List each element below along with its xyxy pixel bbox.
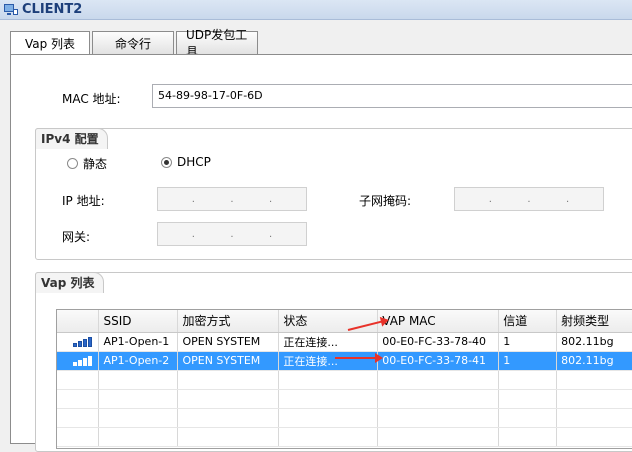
table-header-row: SSID 加密方式 状态 VAP MAC 信道 射频类型 bbox=[57, 310, 632, 333]
ip-address-label: IP 地址: bbox=[62, 194, 105, 208]
column-header-channel[interactable]: 信道 bbox=[498, 310, 558, 333]
column-header-signal[interactable] bbox=[57, 310, 100, 333]
static-label: 静态 bbox=[83, 157, 108, 171]
static-radio[interactable]: 静态 bbox=[67, 155, 107, 172]
title-bar: CLIENT2 bbox=[0, 0, 632, 20]
cell-ssid: AP1-Open-1 bbox=[98, 332, 179, 352]
gateway-field[interactable]: ... bbox=[157, 222, 307, 246]
radio-circle bbox=[67, 158, 78, 169]
dhcp-label: DHCP bbox=[177, 155, 211, 169]
vap-group-title: Vap 列表 bbox=[35, 272, 104, 293]
cell-encryption: OPEN SYSTEM bbox=[177, 351, 280, 371]
window-title: CLIENT2 bbox=[22, 2, 83, 17]
tab-vap-list[interactable]: Vap 列表 bbox=[10, 31, 90, 55]
table-row-empty bbox=[57, 389, 632, 409]
table-row-empty bbox=[57, 370, 632, 390]
table-row-empty bbox=[57, 408, 632, 428]
table-row-empty bbox=[57, 427, 632, 447]
cell-encryption: OPEN SYSTEM bbox=[177, 332, 280, 352]
signal-strength-icon bbox=[73, 336, 94, 347]
tab-command-line[interactable]: 命令行 bbox=[92, 31, 174, 54]
ip-address-field[interactable]: ... bbox=[157, 187, 307, 211]
cell-status: 正在连接... bbox=[278, 351, 379, 371]
dhcp-radio[interactable]: DHCP bbox=[161, 155, 211, 169]
column-header-radio-type[interactable]: 射频类型 bbox=[556, 310, 632, 333]
column-header-ssid[interactable]: SSID bbox=[98, 310, 179, 333]
cell-status: 正在连接... bbox=[278, 332, 379, 352]
radio-circle-selected bbox=[161, 156, 172, 168]
ipv4-group-title: IPv4 配置 bbox=[35, 128, 108, 149]
cell-ssid: AP1-Open-2 bbox=[98, 351, 179, 371]
table-row-selected[interactable]: AP1-Open-2 OPEN SYSTEM 正在连接... 00-E0-FC-… bbox=[57, 351, 632, 371]
network-client-icon bbox=[3, 3, 19, 17]
mac-address-field[interactable]: 54-89-98-17-0F-6D bbox=[152, 84, 632, 108]
cell-radio-type: 802.11bg bbox=[556, 332, 632, 352]
table-row[interactable]: AP1-Open-1 OPEN SYSTEM 正在连接... 00-E0-FC-… bbox=[57, 332, 632, 352]
gateway-label: 网关: bbox=[62, 230, 91, 244]
annotation-arrow-icon bbox=[335, 353, 383, 363]
cell-channel: 1 bbox=[498, 351, 558, 371]
signal-strength-icon bbox=[73, 355, 94, 366]
subnet-mask-field[interactable]: ... bbox=[454, 187, 604, 211]
cell-channel: 1 bbox=[498, 332, 558, 352]
column-header-vap-mac[interactable]: VAP MAC bbox=[377, 310, 500, 333]
tab-bar: Vap 列表 命令行 UDP发包工具 bbox=[10, 28, 260, 59]
tab-udp-tool[interactable]: UDP发包工具 bbox=[176, 28, 258, 59]
subnet-mask-label: 子网掩码: bbox=[359, 194, 412, 208]
column-header-encryption[interactable]: 加密方式 bbox=[177, 310, 280, 333]
cell-vap-mac: 00-E0-FC-33-78-41 bbox=[377, 351, 500, 371]
vap-table: SSID 加密方式 状态 VAP MAC 信道 射频类型 AP1-Open-1 … bbox=[56, 309, 632, 449]
column-header-status[interactable]: 状态 bbox=[278, 310, 379, 333]
cell-vap-mac: 00-E0-FC-33-78-40 bbox=[377, 332, 500, 352]
mac-label: MAC 地址: bbox=[62, 92, 121, 106]
cell-radio-type: 802.11bg bbox=[556, 351, 632, 371]
